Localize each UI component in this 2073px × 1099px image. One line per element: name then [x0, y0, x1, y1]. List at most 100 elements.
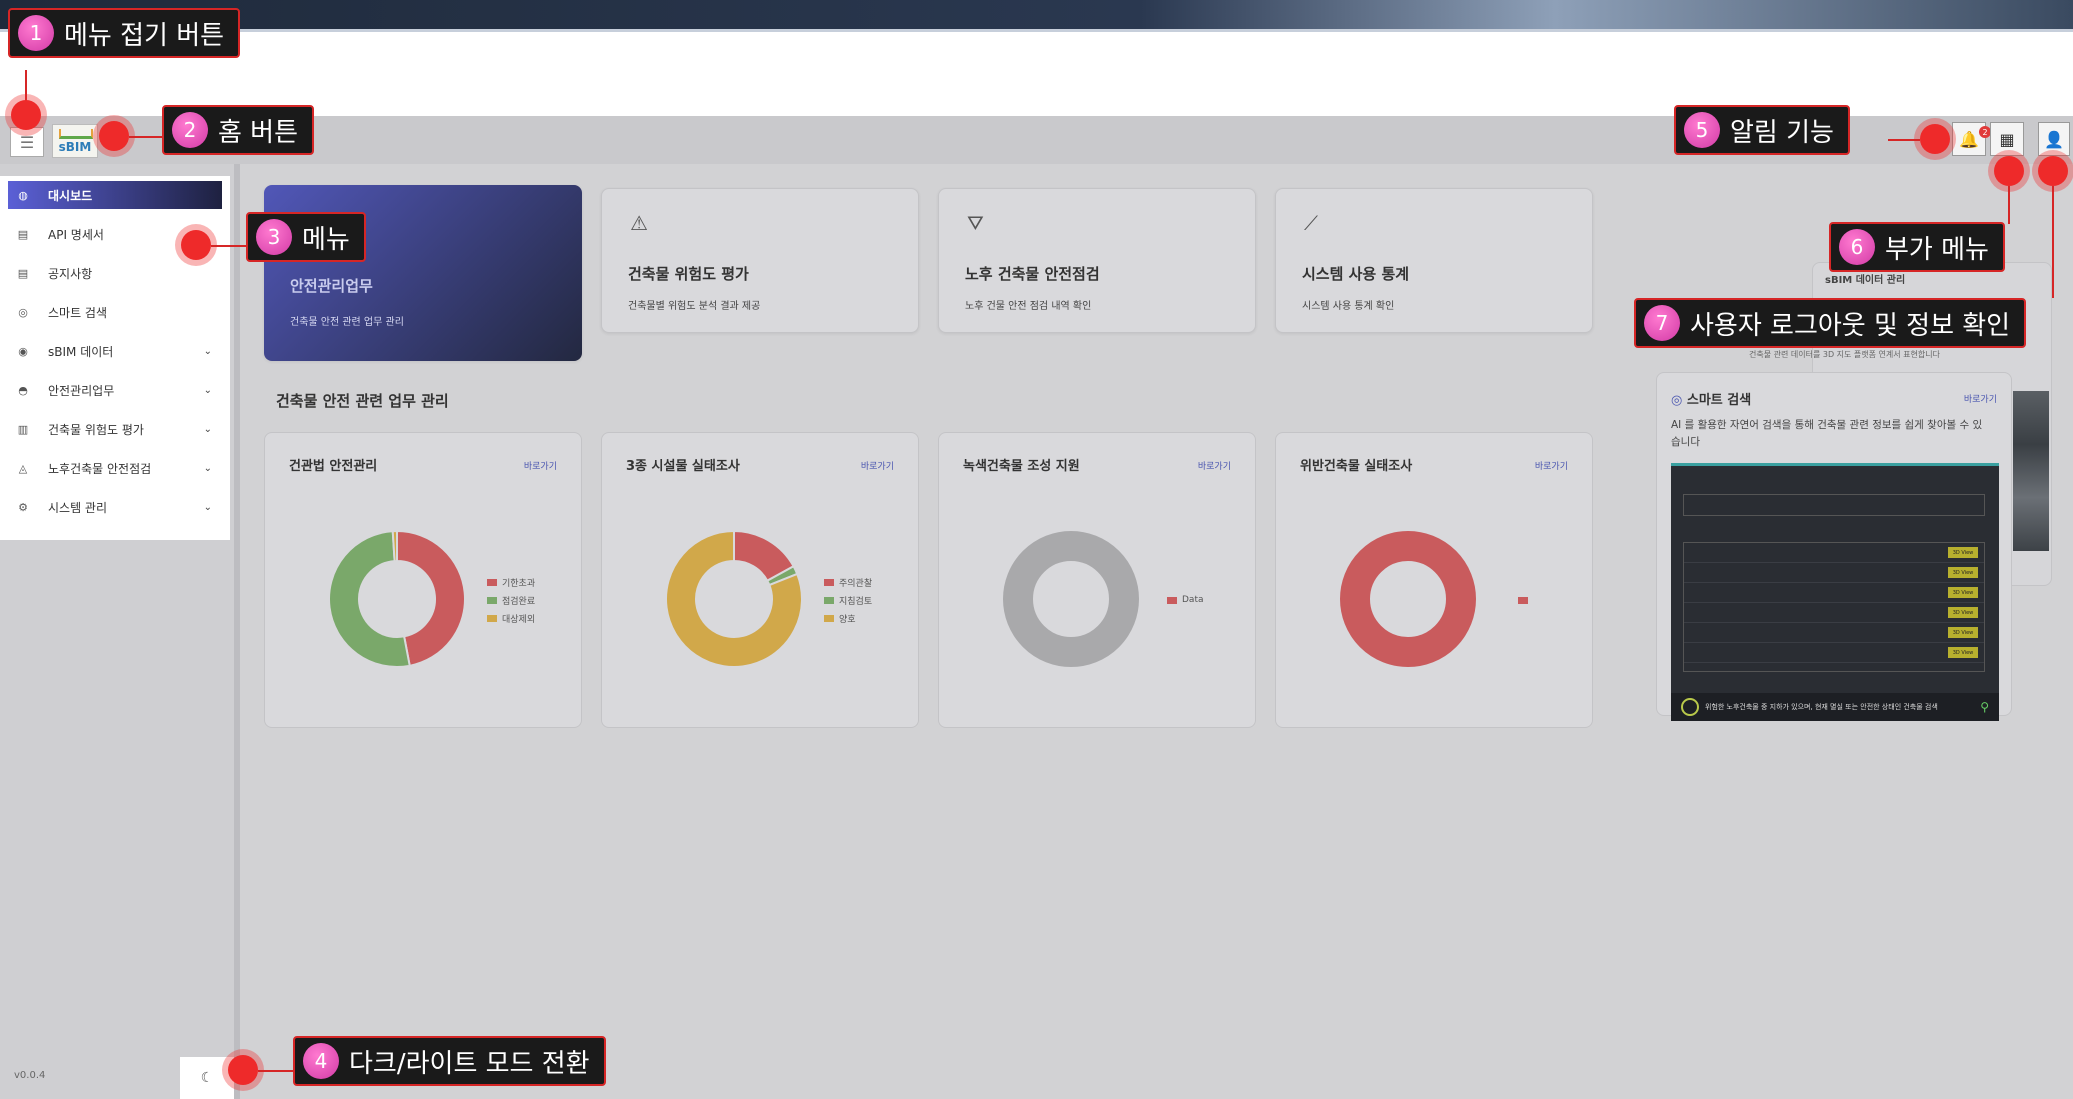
- preview-query-box: [1683, 494, 1985, 516]
- callout-1: 1 메뉴 접기 버튼: [8, 8, 241, 58]
- chart-link[interactable]: 바로가기: [1198, 459, 1231, 472]
- chevron-down-icon: ⌄: [203, 385, 212, 396]
- legend-item: 지침검토: [824, 591, 872, 609]
- theme-toggle-button[interactable]: ☾: [180, 1057, 234, 1099]
- legend-item: 양호: [824, 609, 872, 627]
- sidebar-item-dashboard[interactable]: ◍ 대시보드: [8, 181, 222, 209]
- card-desc: 건축물 안전 관련 업무 관리: [290, 317, 404, 328]
- sidebar-item-label: 시스템 관리: [48, 501, 108, 515]
- chart-legend: 기한초과 점검완료 대상제외: [487, 573, 535, 627]
- callout-number: 6: [1839, 229, 1875, 265]
- home-logo-button[interactable]: sBIM: [52, 124, 98, 158]
- callout-label: 메뉴: [302, 224, 350, 255]
- view-3d-button: 3D View: [1948, 647, 1978, 658]
- donut-chart-1: [328, 529, 467, 668]
- card-title: 건축물 위험도 평가: [628, 265, 749, 283]
- logo-roof-icon: [59, 129, 93, 139]
- callout-dot: [1994, 156, 2024, 186]
- legend-item: [1518, 591, 1533, 609]
- sidebar-item-system[interactable]: ⚙ 시스템 관리 ⌄: [8, 488, 222, 527]
- aerial-map-thumbnail: [2013, 391, 2049, 551]
- sidebar-item-risk[interactable]: ▥ 건축물 위험도 평가 ⌄: [8, 410, 222, 449]
- smart-search-card[interactable]: ◎ 스마트 검색 바로가기 AI 를 활용한 자연어 검색을 통해 건축물 관련…: [1656, 372, 2012, 721]
- legend-swatch: [1518, 596, 1528, 604]
- callout-dot: [181, 230, 211, 260]
- callout-number: 1: [18, 15, 54, 51]
- smart-search-link[interactable]: 바로가기: [1964, 392, 1997, 405]
- legend-swatch: [824, 578, 834, 586]
- preview-row: 3D View: [1684, 563, 1984, 583]
- sidebar-item-safety[interactable]: ◓ 안전관리업무 ⌄: [8, 371, 222, 410]
- smart-search-title: ◎ 스마트 검색: [1671, 389, 1751, 408]
- header-spacer: [0, 32, 2073, 116]
- sidebar-item-sbim-data[interactable]: ◉ sBIM 데이터 ⌄: [8, 332, 222, 371]
- callout-dot: [99, 121, 129, 151]
- line-chart-icon: ⟋: [1304, 211, 1318, 235]
- preview-row: 3D View: [1684, 583, 1984, 603]
- sidebar-item-label: API 명세서: [48, 228, 104, 242]
- view-3d-button: 3D View: [1948, 627, 1978, 638]
- callout-number: 7: [1644, 305, 1680, 341]
- user-menu-button[interactable]: 👤: [2038, 122, 2070, 156]
- legend-label: 주의관찰: [839, 578, 873, 589]
- callout-7: 7 사용자 로그아웃 및 정보 확인: [1634, 298, 2027, 348]
- preview-query-text: 위험한 노후건축물 중 지하가 있으며, 현재 멸실 또는 안전한 상태인 건축…: [1705, 703, 1938, 711]
- callout-3: 3 메뉴: [246, 212, 366, 262]
- callout-6: 6 부가 메뉴: [1829, 222, 2005, 272]
- callout-number: 2: [172, 112, 208, 148]
- top-banner: [0, 0, 2073, 32]
- section-title: 건축물 안전 관련 업무 관리: [276, 392, 449, 410]
- chevron-down-icon: ⌄: [203, 346, 212, 357]
- legend-swatch: [487, 578, 497, 586]
- preview-row: 3D View: [1684, 543, 1984, 563]
- donut-slice: [1003, 531, 1139, 667]
- chart-link[interactable]: 바로가기: [524, 459, 557, 472]
- user-avatar-icon: 👤: [2044, 129, 2064, 149]
- card-title: 노후 건축물 안전점검: [965, 265, 1100, 283]
- menu-toggle-button[interactable]: ☰: [10, 127, 44, 157]
- donut-chart-2: [665, 529, 803, 668]
- chart-link[interactable]: 바로가기: [861, 459, 894, 472]
- cone-icon: ⛛: [967, 211, 984, 235]
- sbim-data-title: sBIM 데이터 관리: [1825, 275, 1906, 286]
- preview-search-bar: 위험한 노후건축물 중 지하가 있으며, 현재 멸실 또는 안전한 상태인 건축…: [1671, 693, 1999, 721]
- sidebar-item-inspection[interactable]: ◬ 노후건축물 안전점검 ⌄: [8, 449, 222, 488]
- chart-card-4: 위반건축물 실태조사 바로가기: [1275, 432, 1593, 728]
- card-stats[interactable]: ⟋ 시스템 사용 통계 시스템 사용 통계 확인: [1275, 188, 1593, 333]
- globe-icon: ◎: [1671, 393, 1687, 408]
- sbim-data-desc: 건축물 관련 데이터를 3D 지도 플랫폼 연계서 표현합니다: [1749, 350, 1940, 359]
- smart-search-preview: 3D View 3D View 3D View 3D View 3D View …: [1671, 463, 1999, 721]
- chart-link[interactable]: 바로가기: [1535, 459, 1568, 472]
- card-inspection[interactable]: ⛛ 노후 건축물 안전점검 노후 건물 안전 점검 내역 확인: [938, 188, 1256, 333]
- inspection-icon: ◬: [18, 462, 28, 475]
- view-3d-button: 3D View: [1948, 587, 1978, 598]
- legend-swatch: [487, 614, 497, 622]
- chart-card-2: 3종 시설물 실태조사 바로가기 주의관찰 지침검토 양호: [601, 432, 919, 728]
- smart-search-title-text: 스마트 검색: [1686, 393, 1752, 408]
- card-risk[interactable]: ⚠ 건축물 위험도 평가 건축물별 위험도 분석 결과 제공: [601, 188, 919, 333]
- legend-item: Data: [1167, 591, 1204, 609]
- legend-item: 기한초과: [487, 573, 535, 591]
- legend-swatch: [824, 614, 834, 622]
- donut-slice: [1340, 531, 1476, 667]
- sidebar-item-notice[interactable]: ▤ 공지사항: [8, 254, 222, 293]
- legend-swatch: [824, 596, 834, 604]
- callout-number: 3: [256, 219, 292, 255]
- card-title: 안전관리업무: [290, 277, 373, 295]
- dashboard-icon: ◍: [18, 188, 28, 202]
- view-3d-button: 3D View: [1948, 567, 1978, 578]
- chart-title: 건관법 안전관리: [289, 459, 378, 474]
- chart-title: 위반건축물 실태조사: [1300, 459, 1413, 474]
- legend-label: 양호: [839, 614, 856, 625]
- sidebar-item-label: 건축물 위험도 평가: [48, 423, 144, 437]
- smart-search-desc: AI 를 활용한 자연어 검색을 통해 건축물 관련 정보를 쉽게 찾아볼 수 …: [1671, 419, 1983, 448]
- sidebar-item-smart-search[interactable]: ◎ 스마트 검색: [8, 293, 222, 332]
- callout-label: 메뉴 접기 버튼: [64, 20, 225, 51]
- legend-item: 주의관찰: [824, 573, 872, 591]
- extra-menu-button[interactable]: ▦: [1990, 122, 2024, 156]
- chart-card-3: 녹색건축물 조성 지원 바로가기 Data: [938, 432, 1256, 728]
- bell-icon: 🔔: [1959, 129, 1979, 149]
- legend-label: 기한초과: [502, 578, 536, 589]
- chevron-down-icon: ⌄: [203, 502, 212, 513]
- card-desc: 노후 건물 안전 점검 내역 확인: [965, 301, 1092, 312]
